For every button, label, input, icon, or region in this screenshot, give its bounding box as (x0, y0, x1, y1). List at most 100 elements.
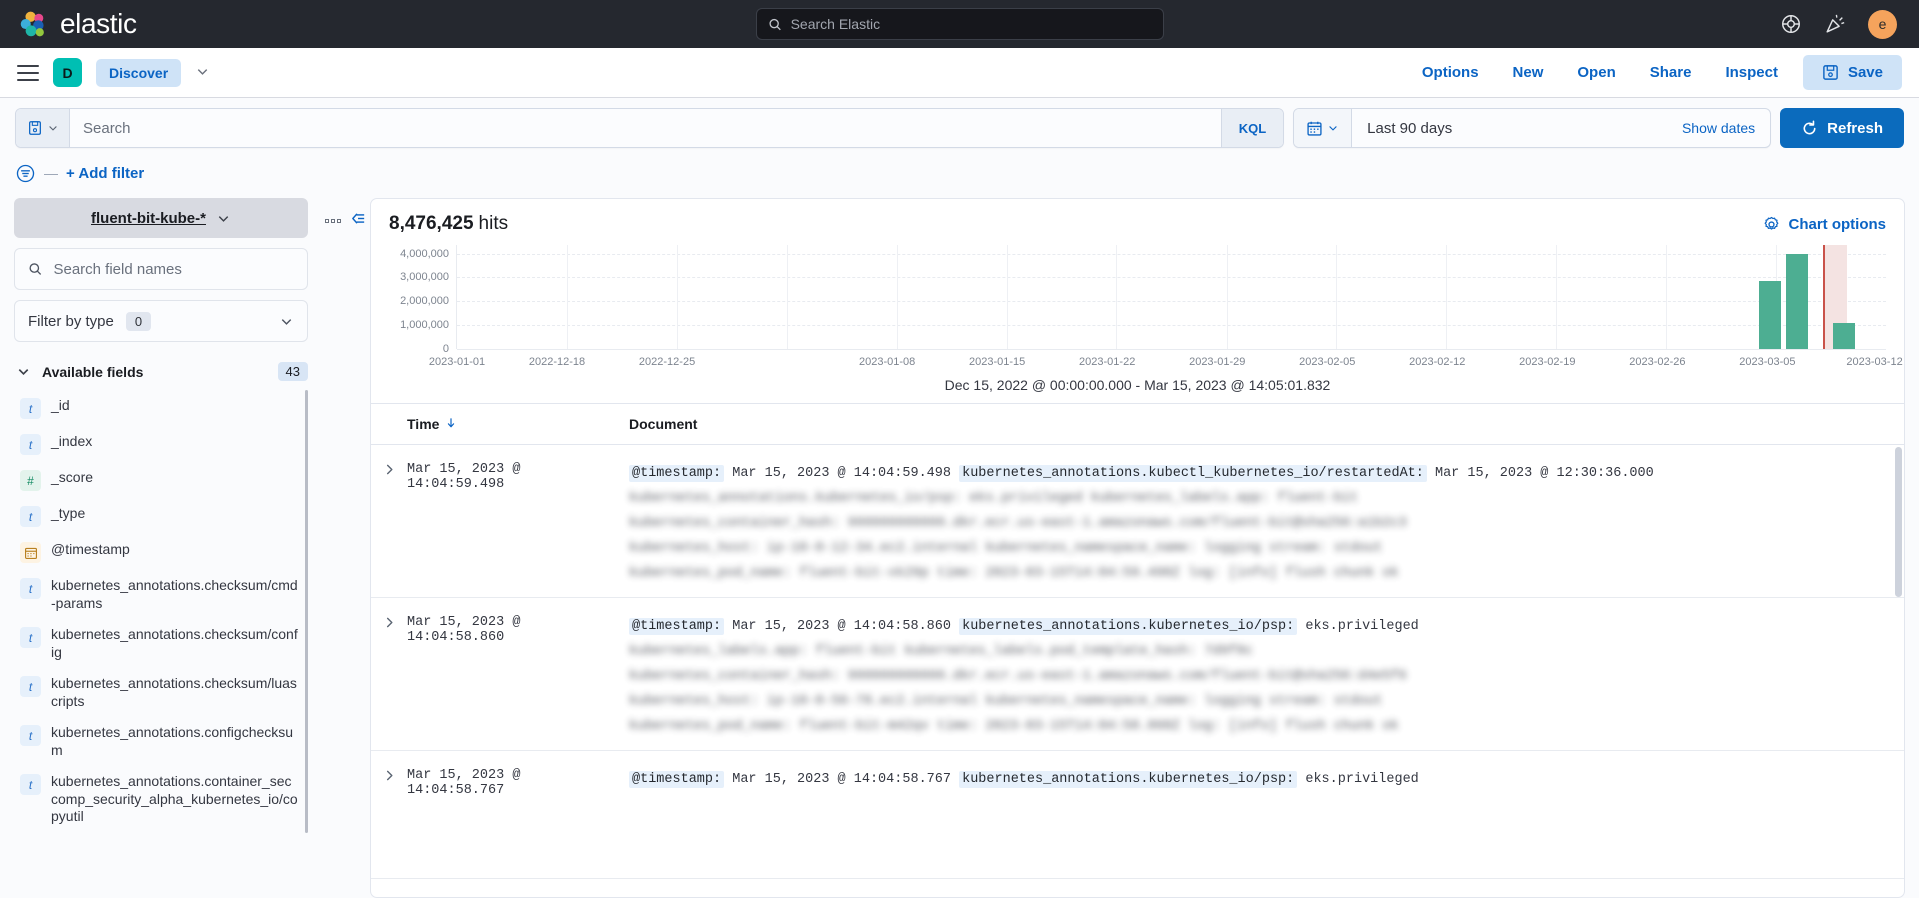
save-disk-icon (1823, 65, 1838, 80)
chevron-down-icon (281, 318, 292, 325)
column-header-time[interactable]: Time (371, 416, 623, 432)
expand-row-button[interactable] (371, 598, 407, 750)
expand-row-button[interactable] (371, 445, 407, 597)
chevron-down-icon[interactable] (195, 64, 210, 82)
avatar[interactable]: e (1868, 9, 1897, 39)
field-sidebar: fluent-bit-kube-* Filter by type 0 (0, 192, 322, 898)
date-picker-group: Last 90 days Show dates (1293, 108, 1772, 148)
field-type-string-icon: t (20, 627, 41, 648)
global-search-input[interactable] (790, 16, 1152, 32)
query-input[interactable] (83, 119, 1208, 137)
field-name: _id (51, 397, 70, 413)
saved-query-button[interactable] (16, 109, 70, 147)
announcement-icon[interactable] (1824, 13, 1846, 35)
y-tick-label: 3,000,000 (400, 271, 449, 284)
chart-bar[interactable] (1833, 323, 1856, 349)
chevron-down-icon (48, 126, 57, 131)
scrollbar-thumb[interactable] (1895, 447, 1902, 597)
chevron-down-icon (218, 215, 229, 222)
nav-options[interactable]: Options (1405, 56, 1496, 89)
nav-inspect[interactable]: Inspect (1708, 56, 1795, 89)
refresh-button[interactable]: Refresh (1780, 108, 1904, 148)
field-type-string-icon: t (20, 578, 41, 599)
breadcrumb-discover[interactable]: Discover (96, 58, 182, 87)
sort-down-arrow-icon[interactable] (445, 417, 457, 432)
gridline (896, 245, 898, 349)
index-pattern-selector[interactable]: fluent-bit-kube-* (14, 198, 308, 238)
doc-line-visible: @timestamp: Mar 15, 2023 @ 14:04:59.498 … (629, 462, 1890, 487)
field-item[interactable]: t _id (14, 390, 308, 426)
field-item[interactable]: t kubernetes_annotations.checksum/config (14, 619, 308, 668)
doc-field-key: @timestamp: (629, 617, 725, 635)
field-type-string-icon: t (20, 774, 41, 795)
field-item[interactable]: t _index (14, 426, 308, 462)
refresh-button-label: Refresh (1827, 119, 1883, 137)
chevron-down-icon (18, 369, 29, 375)
doc-line-visible: @timestamp: Mar 15, 2023 @ 14:04:58.767 … (629, 768, 1890, 793)
add-filter-button[interactable]: + Add filter (66, 165, 144, 182)
field-search-input[interactable] (53, 260, 294, 278)
global-topbar: elastic Search Elastic e (0, 0, 1919, 48)
x-tick-label: 2023-02-12 (1409, 356, 1466, 368)
table-body[interactable]: Mar 15, 2023 @ 14:04:59.498 @timestamp: … (371, 445, 1904, 897)
chart-options-button[interactable]: Chart options (1763, 216, 1886, 233)
available-fields-count: 43 (277, 362, 308, 381)
chart-bar[interactable] (1758, 281, 1781, 349)
documents-table: Time Document Mar 15, 2023 @ 14:04:59.49… (371, 403, 1904, 897)
row-document: @timestamp: Mar 15, 2023 @ 14:04:58.767 … (623, 751, 1904, 878)
field-list[interactable]: t _id t _index # _score t _type @timesta… (14, 390, 308, 833)
field-item[interactable]: @timestamp (14, 534, 308, 570)
chart-bar[interactable] (1785, 253, 1809, 349)
hamburger-menu-icon[interactable] (17, 64, 39, 81)
table-scrollbar[interactable] (1894, 445, 1903, 897)
global-search[interactable] (755, 8, 1164, 40)
field-search[interactable] (14, 248, 308, 290)
table-row[interactable]: Mar 15, 2023 @ 14:04:59.498 @timestamp: … (371, 445, 1904, 598)
gridline (457, 254, 1886, 256)
filter-by-type-button[interactable]: Filter by type 0 (14, 300, 308, 342)
date-quick-select-button[interactable] (1294, 109, 1353, 147)
doc-line-redacted: kubernetes_container_hash: 999999999999.… (629, 515, 1407, 531)
query-language-button[interactable]: KQL (1220, 109, 1284, 147)
field-grid-icon[interactable] (325, 219, 341, 223)
field-item[interactable]: t _type (14, 498, 308, 534)
field-name: _type (51, 505, 86, 521)
show-dates-button[interactable]: Show dates (1682, 120, 1755, 136)
histogram-chart[interactable]: 4,000,000 3,000,000 2,000,000 1,000,000 … (371, 239, 1904, 403)
column-header-document[interactable]: Document (623, 416, 697, 432)
nav-open[interactable]: Open (1560, 56, 1632, 89)
expand-row-button[interactable] (371, 751, 407, 878)
field-item[interactable]: t kubernetes_annotations.checksum/cmd-pa… (14, 570, 308, 619)
x-tick-label: 2022-12-25 (638, 356, 696, 368)
filter-list-icon[interactable] (15, 163, 36, 184)
date-range-value: Last 90 days (1367, 119, 1453, 137)
field-item[interactable]: t kubernetes_annotations.container_secco… (14, 766, 308, 833)
gridline (1116, 245, 1118, 349)
available-fields-header[interactable]: Available fields 43 (14, 358, 308, 390)
filter-separator: — (44, 165, 58, 181)
collapse-sidebar-icon[interactable] (350, 210, 367, 232)
doc-field-key: @timestamp: (629, 770, 725, 788)
y-tick-label: 1,000,000 (400, 319, 449, 332)
save-button[interactable]: Save (1802, 55, 1902, 90)
chevron-down-icon (1329, 126, 1337, 131)
field-item[interactable]: # _score (14, 462, 308, 498)
row-time: Mar 15, 2023 @ 14:04:58.767 (407, 767, 521, 798)
table-row[interactable]: Mar 15, 2023 @ 14:04:58.860 @timestamp: … (371, 598, 1904, 751)
date-range-display[interactable]: Last 90 days Show dates (1352, 109, 1770, 147)
table-row[interactable]: Mar 15, 2023 @ 14:04:58.767 @timestamp: … (371, 751, 1904, 879)
y-tick-label: 0 (442, 343, 449, 355)
gridline (1556, 245, 1558, 349)
query-input-group: KQL (15, 108, 1285, 148)
chart-bars (457, 245, 1886, 349)
nav-share[interactable]: Share (1633, 56, 1709, 89)
doc-field-key: kubernetes_annotations.kubernetes_io/psp… (959, 770, 1298, 788)
help-icon[interactable] (1780, 13, 1802, 35)
gridline (1006, 245, 1008, 349)
field-item[interactable]: t kubernetes_annotations.configchecksum (14, 717, 308, 766)
chart-y-axis: 4,000,000 3,000,000 2,000,000 1,000,000 … (389, 245, 457, 355)
field-item[interactable]: t kubernetes_annotations.checksum/luascr… (14, 668, 308, 717)
field-name: kubernetes_annotations.container_seccomp… (51, 773, 298, 824)
nav-new[interactable]: New (1496, 56, 1561, 89)
elastic-brand[interactable]: elastic (0, 8, 137, 40)
